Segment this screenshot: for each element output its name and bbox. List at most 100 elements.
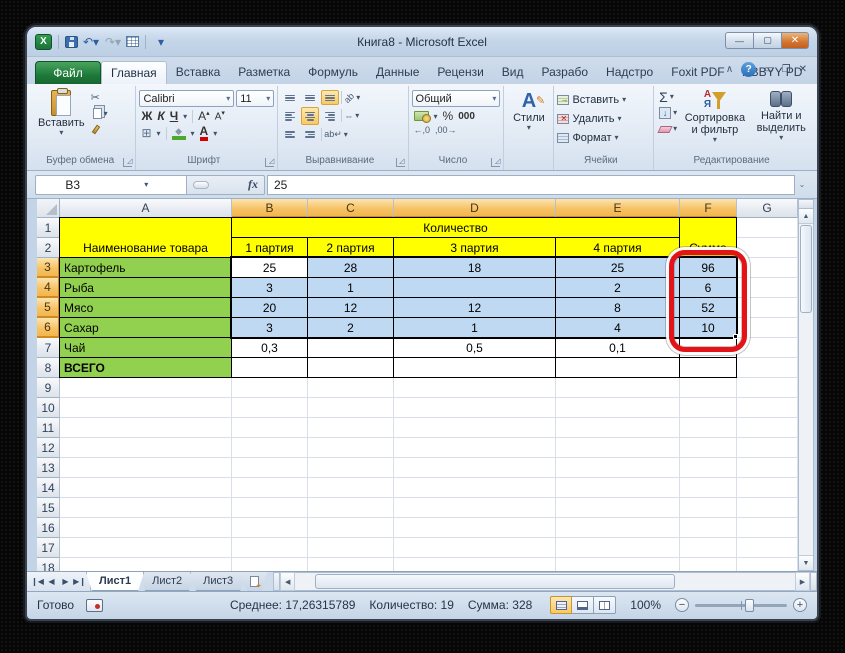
column-header-F[interactable]: F xyxy=(680,199,737,218)
cell-F12[interactable] xyxy=(680,438,737,458)
cell-C5[interactable]: 12 xyxy=(307,297,394,318)
cell-A9[interactable] xyxy=(60,378,232,398)
horizontal-scrollbar[interactable] xyxy=(295,572,795,591)
font-size-select[interactable]: 11▾ xyxy=(236,90,274,107)
cell-A14[interactable] xyxy=(60,478,232,498)
cell-G4[interactable] xyxy=(737,278,798,298)
column-header-E[interactable]: E xyxy=(556,199,680,218)
last-sheet-icon[interactable]: ▶❙ xyxy=(73,577,86,586)
row-header-1[interactable]: 1 xyxy=(37,218,60,238)
cell-E10[interactable] xyxy=(556,398,680,418)
select-all-corner[interactable] xyxy=(37,199,60,218)
cell-F15[interactable] xyxy=(680,498,737,518)
cell-F3[interactable]: 96 xyxy=(679,257,737,278)
vertical-scrollbar[interactable]: ▲ ▼ xyxy=(798,199,814,571)
row-header-4[interactable]: 4 xyxy=(37,278,60,298)
tab-главная[interactable]: Главная xyxy=(101,61,167,84)
align-top-button[interactable] xyxy=(281,90,299,105)
align-center-button[interactable] xyxy=(301,107,319,125)
cell-E2-batch-header[interactable]: 4 партия xyxy=(555,237,680,258)
cell-B9[interactable] xyxy=(232,378,308,398)
cell-C3[interactable]: 28 xyxy=(307,257,394,278)
tab-foxit-pdf[interactable]: Foxit PDF xyxy=(662,61,733,84)
cell-B4[interactable]: 3 xyxy=(231,277,308,298)
cell-F14[interactable] xyxy=(680,478,737,498)
cell-D10[interactable] xyxy=(394,398,556,418)
cell-C8[interactable] xyxy=(307,357,394,378)
cell-F13[interactable] xyxy=(680,458,737,478)
cell-B7[interactable]: 0,3 xyxy=(231,337,308,358)
cell-A7-product[interactable]: Чай xyxy=(59,337,232,358)
cell-E17[interactable] xyxy=(556,538,680,558)
zoom-out-button[interactable]: − xyxy=(675,598,689,612)
cell-G8[interactable] xyxy=(737,358,798,378)
cell-B11[interactable] xyxy=(232,418,308,438)
workbook-restore-icon[interactable]: ❐ xyxy=(782,64,791,75)
row-header-14[interactable]: 14 xyxy=(37,478,60,498)
row-header-9[interactable]: 9 xyxy=(37,378,60,398)
cell-B16[interactable] xyxy=(232,518,308,538)
scroll-down-icon[interactable]: ▼ xyxy=(799,555,813,570)
tab-рецензи[interactable]: Рецензи xyxy=(428,61,492,84)
cell-D9[interactable] xyxy=(394,378,556,398)
row-header-8[interactable]: 8 xyxy=(37,358,60,378)
decrease-indent-button[interactable] xyxy=(281,127,299,142)
page-layout-view-button[interactable] xyxy=(572,596,594,614)
cell-E9[interactable] xyxy=(556,378,680,398)
cell-G15[interactable] xyxy=(737,498,798,518)
cell-G10[interactable] xyxy=(737,398,798,418)
scroll-up-icon[interactable]: ▲ xyxy=(799,209,813,224)
find-select-button[interactable]: Найти и выделить▾ xyxy=(751,88,812,142)
row-header-10[interactable]: 10 xyxy=(37,398,60,418)
cell-E3[interactable]: 25 xyxy=(555,257,680,278)
name-box[interactable]: B3▾ xyxy=(35,175,187,195)
number-format-select[interactable]: Общий▾ xyxy=(412,90,501,107)
clipboard-dialog-launcher[interactable]: ◿ xyxy=(123,158,132,167)
cell-C15[interactable] xyxy=(308,498,394,518)
help-icon[interactable]: ? xyxy=(741,62,756,77)
cell-G5[interactable] xyxy=(737,298,798,318)
tab-вид[interactable]: Вид xyxy=(493,61,533,84)
cell-D16[interactable] xyxy=(394,518,556,538)
cell-F18[interactable] xyxy=(680,558,737,571)
cell-E18[interactable] xyxy=(556,558,680,571)
cell-A16[interactable] xyxy=(60,518,232,538)
formula-input[interactable]: 25 xyxy=(267,175,795,195)
formula-bar-handle[interactable] xyxy=(193,181,209,189)
cell-B8[interactable] xyxy=(231,357,308,378)
expand-formula-bar-icon[interactable]: ⌄ xyxy=(795,180,809,189)
column-header-D[interactable]: D xyxy=(394,199,556,218)
cell-A15[interactable] xyxy=(60,498,232,518)
underline-button[interactable]: Ч xyxy=(170,109,178,123)
row-header-5[interactable]: 5 xyxy=(37,298,60,318)
column-header-B[interactable]: B xyxy=(232,199,308,218)
cell-D7[interactable]: 0,5 xyxy=(393,337,556,358)
delete-cells-button[interactable]: ✕Удалить▾ xyxy=(557,110,626,127)
cell-A11[interactable] xyxy=(60,418,232,438)
accounting-format-icon[interactable] xyxy=(414,111,429,121)
cell-E8[interactable] xyxy=(555,357,680,378)
cell-G14[interactable] xyxy=(737,478,798,498)
prev-sheet-icon[interactable]: ◀ xyxy=(45,577,58,586)
cell-A10[interactable] xyxy=(60,398,232,418)
grow-font-button[interactable]: А▴ xyxy=(198,109,210,123)
column-header-G[interactable]: G xyxy=(737,199,798,218)
restore-button[interactable]: ▢ xyxy=(753,32,781,49)
align-bottom-button[interactable] xyxy=(321,90,339,105)
cell-G13[interactable] xyxy=(737,458,798,478)
cell-G16[interactable] xyxy=(737,518,798,538)
cell-G9[interactable] xyxy=(737,378,798,398)
percent-button[interactable]: % xyxy=(443,109,454,123)
cell-C6[interactable]: 2 xyxy=(307,317,394,338)
cell-B10[interactable] xyxy=(232,398,308,418)
cell-D3[interactable]: 18 xyxy=(393,257,556,278)
row-header-11[interactable]: 11 xyxy=(37,418,60,438)
cell-B3[interactable]: 25 xyxy=(231,257,308,278)
tab-разрабо[interactable]: Разрабо xyxy=(533,61,598,84)
number-dialog-launcher[interactable]: ◿ xyxy=(491,158,500,167)
sheet-tab-лист2[interactable]: Лист2 xyxy=(139,572,195,591)
cell-E15[interactable] xyxy=(556,498,680,518)
cell-D12[interactable] xyxy=(394,438,556,458)
page-break-view-button[interactable] xyxy=(594,596,616,614)
macro-record-icon[interactable] xyxy=(86,599,103,612)
